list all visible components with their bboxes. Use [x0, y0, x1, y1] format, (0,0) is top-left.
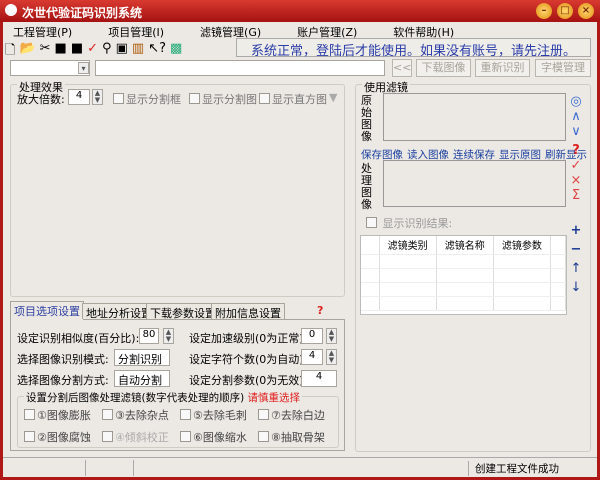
main-window: 工程管理(P) 项目管理(I) 滤镜管理(G) 账户管理(Z) 软件帮助(H) 🗋 📂 ✂ ■… — [3, 22, 597, 477]
filter-checkbox[interactable]: ②图像腐蚀 — [24, 429, 102, 445]
column-header[interactable]: 滤镜参数 — [493, 236, 552, 255]
mode-select[interactable]: 分割识别 — [114, 349, 170, 366]
rerecognize-button[interactable]: 重新识别 — [475, 59, 530, 77]
column-header[interactable]: 滤镜名称 — [436, 236, 494, 255]
tab-extra-info[interactable]: 附加信息设置 — [211, 303, 285, 320]
filter-warning: 请慎重选择 — [247, 392, 301, 404]
project-combo[interactable]: ▾ — [10, 60, 90, 76]
accel-spinner[interactable]: ▲ ▼ — [326, 328, 337, 344]
label: ④倾斜校正 — [115, 431, 169, 444]
chevron-down-icon[interactable]: ▾ — [78, 62, 89, 74]
show-seg-image-checkbox[interactable]: 显示分割图 — [189, 91, 257, 107]
label: 显示分割图 — [202, 93, 257, 106]
table-row[interactable] — [361, 282, 566, 297]
table-row[interactable] — [361, 296, 566, 311]
cross-icon[interactable]: × — [569, 173, 583, 188]
label: ①图像膨胀 — [37, 409, 91, 422]
split-select[interactable]: 自动分割 — [114, 370, 170, 387]
status-message: 系统正常，登陆后才能使用。如果没有账号，请先注册。 — [236, 38, 591, 59]
filter-checkbox[interactable]: ④倾斜校正 — [102, 429, 180, 445]
column-header[interactable]: 滤镜类别 — [379, 236, 437, 255]
back-button[interactable]: << — [392, 59, 412, 77]
label: ⑥图像缩水 — [193, 431, 247, 444]
effects-group: 处理效果 放大倍数: 4 ▲ ▼ 显示分割框 显示分割图 显示直方图 ▼ — [10, 79, 345, 297]
window-title: 次世代验证码识别系统 — [22, 6, 143, 20]
show-histogram-checkbox[interactable]: 显示直方图 — [259, 91, 327, 107]
label: ⑧抽取骨架 — [271, 431, 325, 444]
down-icon[interactable]: ∨ — [569, 124, 583, 139]
label: ⑤去除毛刺 — [193, 409, 247, 422]
tab-panel: 设定识别相似度(百分比): 80 ▲ ▼ 选择图像识别模式: 分割识别 选择图像分… — [10, 319, 345, 451]
url-input[interactable] — [95, 60, 385, 76]
label: 显示直方图 — [272, 93, 327, 106]
accel-input[interactable]: 0 — [301, 328, 323, 344]
app-icon — [5, 4, 17, 16]
filter-table[interactable]: 滤镜类别 滤镜名称 滤镜参数 — [360, 235, 567, 315]
status-bar: 创建工程文件成功 — [3, 457, 597, 477]
tab-project-options[interactable]: 项目选项设置 — [10, 301, 84, 320]
maximize-button[interactable]: □ — [557, 3, 573, 19]
filter-order-group: 设置分割后图像处理滤镜(数字代表处理的顺序) 请慎重选择 ①图像膨胀 ③去除杂点… — [17, 390, 339, 448]
help-icon[interactable]: ? — [317, 304, 323, 317]
similarity-input[interactable]: 80 — [139, 328, 159, 344]
processed-image-box — [383, 160, 566, 207]
label: ③去除杂点 — [115, 409, 169, 422]
filter-checkbox[interactable]: ⑥图像缩水 — [180, 429, 258, 445]
menu-project[interactable]: 工程管理(P) — [13, 26, 72, 39]
help-icon[interactable]: ? — [569, 143, 583, 158]
filter-checkbox[interactable]: ⑧抽取骨架 — [258, 429, 336, 445]
move-up-icon[interactable]: ↑ — [569, 259, 583, 278]
up-icon[interactable]: ∧ — [569, 109, 583, 124]
filter-checkbox[interactable]: ①图像膨胀 — [24, 407, 102, 423]
filter-checkbox[interactable]: ⑤去除毛刺 — [180, 407, 258, 423]
split-param-label: 设定分割参数(0为无效): — [189, 374, 308, 387]
show-seg-frame-checkbox[interactable]: 显示分割框 — [113, 91, 181, 107]
filter-checkbox[interactable]: ③去除杂点 — [102, 407, 180, 423]
close-button[interactable]: × — [578, 3, 594, 19]
label: ⑦去除白边 — [271, 409, 325, 422]
status-message-text: 创建工程文件成功 — [468, 461, 559, 476]
tab-download-params[interactable]: 下载参数设置 — [146, 303, 220, 320]
filter-checkbox[interactable]: ⑦去除白边 — [258, 407, 336, 423]
similarity-label: 设定识别相似度(百分比): — [17, 332, 140, 345]
processed-image-label: 处理图像 — [361, 162, 372, 211]
show-result-checkbox[interactable]: 显示识别结果: — [366, 215, 452, 231]
accel-label: 设定加速级别(0为正常): — [189, 332, 308, 345]
similarity-spinner[interactable]: ▲ ▼ — [163, 328, 174, 344]
original-image-box — [383, 93, 566, 141]
circle-icon[interactable]: ◎ — [569, 94, 583, 109]
split-param-input[interactable]: 4 — [301, 370, 337, 387]
sigma-icon[interactable]: Σ — [569, 188, 583, 203]
triangle-down-icon[interactable]: ▼ — [329, 91, 337, 104]
zoom-spinner[interactable]: ▲ ▼ — [92, 89, 103, 105]
right-icon-column: ◎ ∧ ∨ ? ✓ × Σ + − ↑ ↓ — [569, 94, 583, 297]
chars-spinner[interactable]: ▲ ▼ — [326, 349, 337, 365]
zoom-label: 放大倍数: — [17, 93, 65, 106]
chars-input[interactable]: 4 — [301, 349, 323, 365]
download-image-button[interactable]: 下载图像 — [416, 59, 471, 77]
zoom-input[interactable]: 4 — [68, 89, 90, 105]
filter-group-title: 设置分割后图像处理滤镜(数字代表处理的顺序) — [26, 392, 245, 404]
title-bar: 次世代验证码识别系统 – □ × — [0, 0, 600, 22]
label: 显示分割框 — [126, 93, 181, 106]
split-label: 选择图像分割方式: — [17, 374, 109, 387]
font-manage-button[interactable]: 字模管理 — [535, 59, 591, 77]
tab-address-analysis[interactable]: 地址分析设置 — [82, 303, 156, 320]
mode-label: 选择图像识别模式: — [17, 353, 109, 366]
filter-panel: 使用滤镜 原始图像 保存图像 读入图像 连续保存 显示原图 刷新显示 处理图像 显示识别… — [355, 79, 591, 452]
label: 显示识别结果: — [382, 217, 453, 230]
move-down-icon[interactable]: ↓ — [569, 278, 583, 297]
chars-label: 设定字符个数(0为自动): — [189, 353, 308, 366]
table-row[interactable] — [361, 254, 566, 269]
label: ②图像腐蚀 — [37, 431, 91, 444]
minus-icon[interactable]: − — [569, 240, 583, 259]
menu-item[interactable]: 项目管理(I) — [108, 26, 164, 39]
add-icon[interactable]: + — [569, 221, 583, 240]
check-icon[interactable]: ✓ — [569, 158, 583, 173]
original-image-label: 原始图像 — [361, 94, 372, 143]
table-row[interactable] — [361, 268, 566, 283]
minimize-button[interactable]: – — [536, 3, 552, 19]
